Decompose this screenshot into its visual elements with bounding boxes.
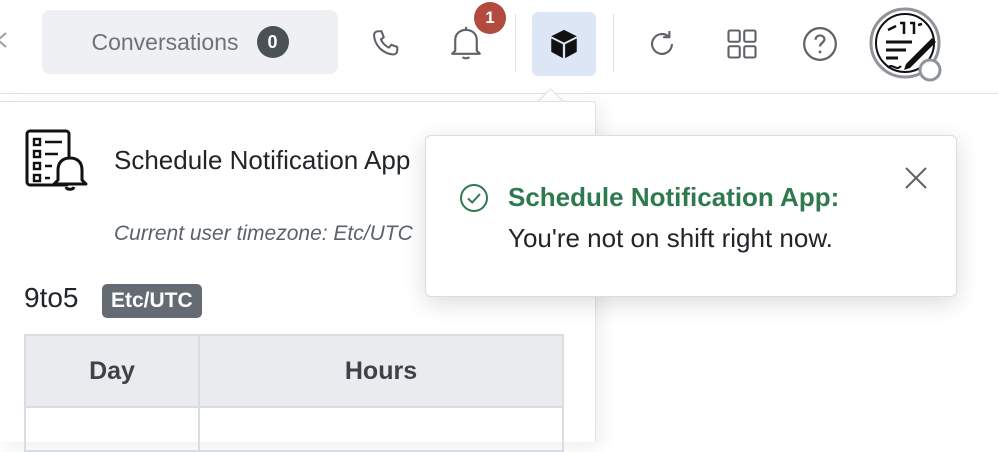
phone-button[interactable] xyxy=(364,22,408,66)
conversations-button[interactable]: Conversations 0 xyxy=(42,10,338,74)
app-grid-button[interactable] xyxy=(720,22,764,66)
schedule-table: Day Hours xyxy=(24,334,564,452)
grid-icon xyxy=(727,29,757,59)
panel-caret xyxy=(536,86,566,102)
app-title: Schedule Notification App xyxy=(114,145,411,175)
toast-title: Schedule Notification App: xyxy=(508,182,840,212)
apps-button[interactable] xyxy=(532,12,596,76)
top-bar: Conversations 0 1 xyxy=(0,0,998,94)
conversations-count-badge: 0 xyxy=(256,26,289,58)
toolbar-divider xyxy=(515,14,516,72)
help-button[interactable] xyxy=(798,22,842,66)
refresh-icon xyxy=(651,30,673,55)
avatar-signature-icon xyxy=(869,7,942,82)
refresh-button[interactable] xyxy=(640,22,684,66)
toast-message: You're not on shift right now. xyxy=(508,223,833,253)
schedule-name: 9to5 xyxy=(24,282,79,313)
close-icon[interactable] xyxy=(902,164,930,192)
toolbar-divider xyxy=(613,14,614,72)
column-header-day: Day xyxy=(24,334,200,408)
timezone-badge: Etc/UTC xyxy=(102,284,202,318)
table-row xyxy=(24,406,564,452)
table-header-row: Day Hours xyxy=(24,334,564,408)
notification-count-badge: 1 xyxy=(474,2,506,34)
cube-icon xyxy=(551,29,577,59)
schedule-checklist-bell-icon xyxy=(25,129,88,191)
table-cell xyxy=(24,406,200,452)
user-avatar[interactable] xyxy=(868,6,946,84)
chevron-left-icon[interactable] xyxy=(0,30,10,50)
current-timezone-text: Current user timezone: Etc/UTC xyxy=(114,222,413,245)
help-icon xyxy=(803,27,837,61)
check-circle-icon xyxy=(460,184,488,212)
phone-icon xyxy=(372,30,399,56)
column-header-hours: Hours xyxy=(198,334,564,408)
notification-toast: Schedule Notification App: You're not on… xyxy=(425,135,957,297)
conversations-label: Conversations xyxy=(91,28,239,55)
table-cell xyxy=(198,406,564,452)
